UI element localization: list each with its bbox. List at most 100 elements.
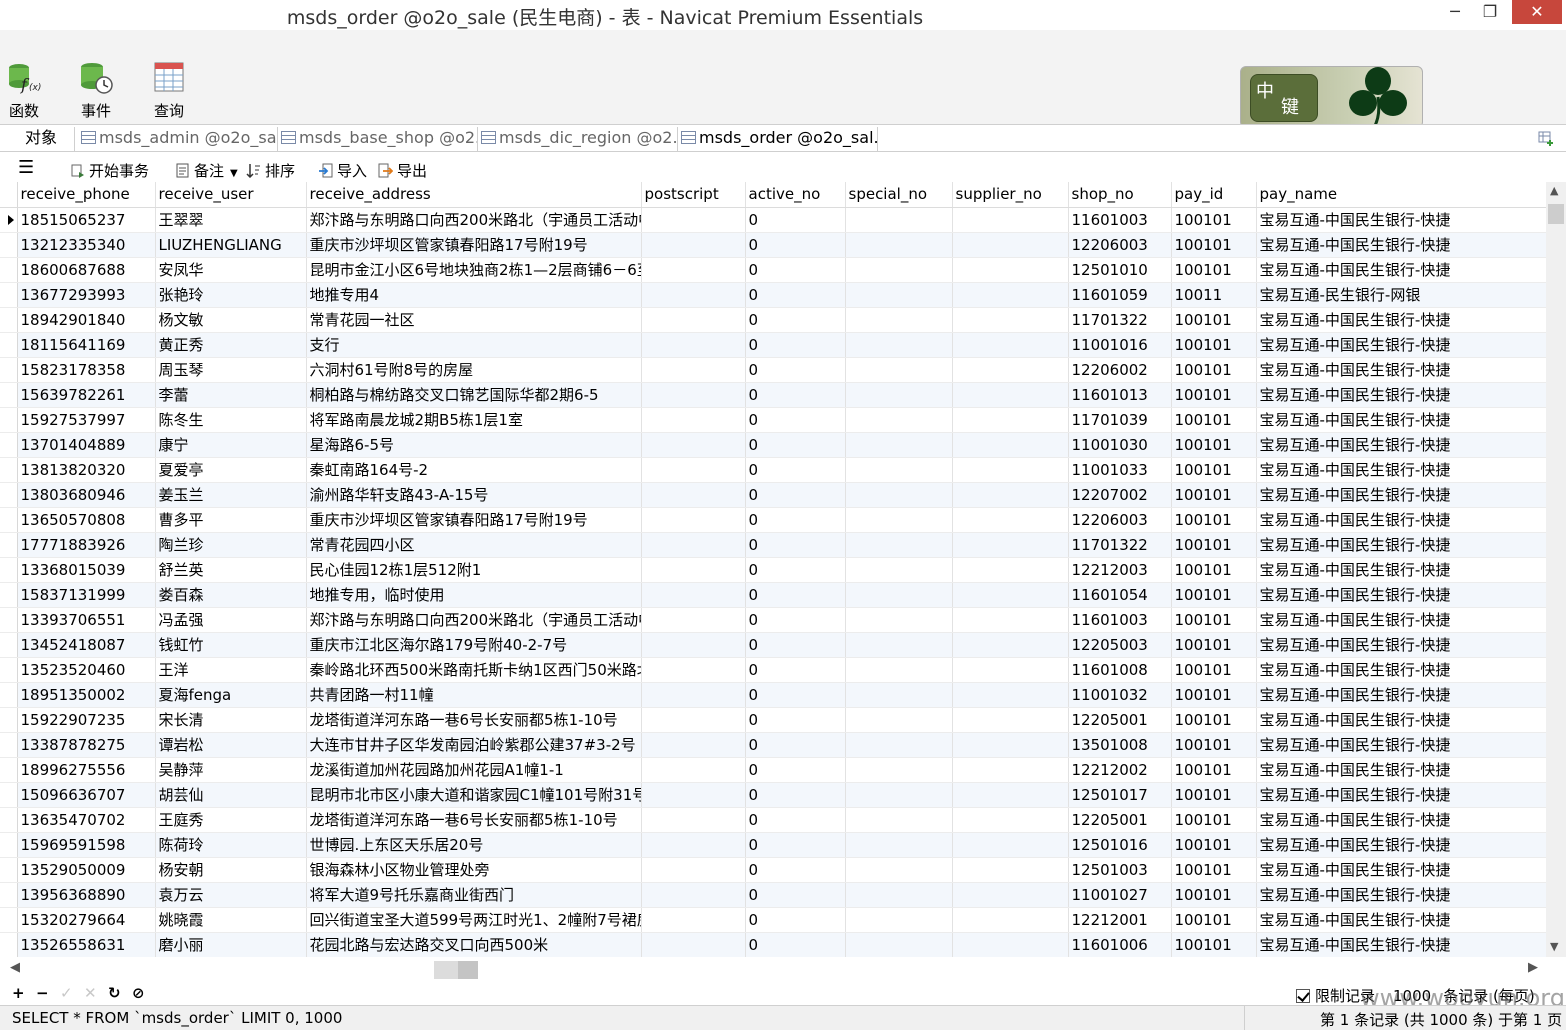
- import-button[interactable]: 导入: [318, 160, 367, 181]
- cell-supplier-no[interactable]: [952, 557, 1069, 583]
- cell-receive-user[interactable]: 冯孟强: [155, 607, 307, 633]
- cell-special-no[interactable]: [845, 807, 953, 833]
- cell-special-no[interactable]: [845, 432, 953, 458]
- cell-postscript[interactable]: [641, 682, 746, 708]
- cell-active-no[interactable]: 0: [745, 607, 846, 633]
- cell-active-no[interactable]: 0: [745, 907, 846, 933]
- cell-receive-phone[interactable]: 15922907235: [17, 707, 156, 733]
- cell-special-no[interactable]: [845, 832, 953, 858]
- cell-receive-user[interactable]: 姚晓霞: [155, 907, 307, 933]
- cell-pay-id[interactable]: 100101: [1171, 857, 1257, 883]
- cell-receive-phone[interactable]: 13650570808: [17, 507, 156, 533]
- cell-receive-user[interactable]: 夏海fenga: [155, 682, 307, 708]
- cell-receive-phone[interactable]: 13523520460: [17, 657, 156, 683]
- cell-receive-user[interactable]: 陈荷玲: [155, 832, 307, 858]
- cell-receive-phone[interactable]: 13635470702: [17, 807, 156, 833]
- cell-supplier-no[interactable]: [952, 282, 1069, 308]
- cell-active-no[interactable]: 0: [745, 707, 846, 733]
- cell-active-no[interactable]: 0: [745, 882, 846, 908]
- cell-pay-id[interactable]: 100101: [1171, 357, 1257, 383]
- table-row[interactable]: 18996275556 吴静萍 龙溪街道加州花园路加州花园A1幢1-1 0 122120…: [0, 757, 1546, 783]
- cell-pay-name[interactable]: 宝易互通-中国民生银行-快捷: [1256, 257, 1546, 283]
- cell-postscript[interactable]: [641, 207, 746, 233]
- cell-pay-id[interactable]: 100101: [1171, 907, 1257, 933]
- cell-receive-phone[interactable]: 17771883926: [17, 532, 156, 558]
- apply-changes-icon[interactable]: ✓: [60, 984, 73, 1002]
- column-header-special-no[interactable]: special_no: [845, 182, 953, 208]
- cell-active-no[interactable]: 0: [745, 332, 846, 358]
- table-row[interactable]: 13393706551 冯孟强 郑汴路与东明路口向西200米路北（宇通员工活动中 0 1…: [0, 607, 1546, 633]
- cell-receive-address[interactable]: 常青花园一社区: [306, 307, 642, 333]
- table-row[interactable]: 15837131999 娄百森 地推专用，临时使用 0 11601054 100101 宝易…: [0, 582, 1546, 608]
- cell-receive-user[interactable]: 胡芸仙: [155, 782, 307, 808]
- cell-postscript[interactable]: [641, 332, 746, 358]
- cell-receive-address[interactable]: 地推专用，临时使用: [306, 582, 642, 608]
- cell-receive-phone[interactable]: 18996275556: [17, 757, 156, 783]
- cell-pay-name[interactable]: 宝易互通-中国民生银行-快捷: [1256, 207, 1546, 233]
- cell-receive-user[interactable]: 舒兰英: [155, 557, 307, 583]
- cell-receive-address[interactable]: 星海路6-5号: [306, 432, 642, 458]
- table-row[interactable]: 13677293993 张艳玲 地推专用4 0 11601059 10011 宝易互通-民生…: [0, 282, 1546, 308]
- cell-shop-no[interactable]: 12212001: [1068, 907, 1172, 933]
- cell-postscript[interactable]: [641, 357, 746, 383]
- cell-receive-user[interactable]: 宋长清: [155, 707, 307, 733]
- cell-receive-address[interactable]: 重庆市沙坪坝区管家镇春阳路17号附19号: [306, 507, 642, 533]
- cell-special-no[interactable]: [845, 607, 953, 633]
- cell-pay-id[interactable]: 100101: [1171, 782, 1257, 808]
- table-row[interactable]: 18515065237 王翠翠 郑汴路与东明路口向西200米路北（宇通员工活动中 0 1…: [0, 207, 1546, 233]
- limit-records-checkbox[interactable]: [1296, 989, 1310, 1003]
- table-row[interactable]: 18951350002 夏海fenga 共青团路一村11幢 0 11001032 1001…: [0, 682, 1546, 708]
- cell-supplier-no[interactable]: [952, 857, 1069, 883]
- row-indicator[interactable]: [0, 432, 18, 458]
- tab-objects[interactable]: 对象: [0, 127, 75, 151]
- cell-pay-id[interactable]: 100101: [1171, 232, 1257, 258]
- cell-special-no[interactable]: [845, 507, 953, 533]
- cell-postscript[interactable]: [641, 507, 746, 533]
- cell-pay-name[interactable]: 宝易互通-中国民生银行-快捷: [1256, 682, 1546, 708]
- cell-receive-user[interactable]: 康宁: [155, 432, 307, 458]
- table-row[interactable]: 13635470702 王庭秀 龙塔街道洋河东路一巷6号长安丽都5栋1-10号 0 12…: [0, 807, 1546, 833]
- table-row[interactable]: 15639782261 李蕾 桐柏路与棉纺路交叉口锦艺国际华都2期6-5 0 11601…: [0, 382, 1546, 408]
- cell-receive-user[interactable]: LIUZHENGLIANG: [155, 232, 307, 258]
- cell-receive-phone[interactable]: 13529050009: [17, 857, 156, 883]
- cell-receive-phone[interactable]: 13803680946: [17, 482, 156, 508]
- cell-receive-phone[interactable]: 15837131999: [17, 582, 156, 608]
- column-header-receive-address[interactable]: receive_address: [306, 182, 642, 208]
- cell-pay-id[interactable]: 100101: [1171, 657, 1257, 683]
- cell-shop-no[interactable]: 11001030: [1068, 432, 1172, 458]
- cell-pay-id[interactable]: 100101: [1171, 807, 1257, 833]
- column-header-receive-user[interactable]: receive_user: [155, 182, 307, 208]
- cell-pay-name[interactable]: 宝易互通-中国民生银行-快捷: [1256, 732, 1546, 758]
- horizontal-scroll-thumb[interactable]: [458, 961, 478, 979]
- cell-active-no[interactable]: 0: [745, 557, 846, 583]
- cell-active-no[interactable]: 0: [745, 407, 846, 433]
- cell-postscript[interactable]: [641, 432, 746, 458]
- row-indicator[interactable]: [0, 707, 18, 733]
- query-button[interactable]: 查询: [139, 60, 199, 121]
- cell-pay-name[interactable]: 宝易互通-中国民生银行-快捷: [1256, 382, 1546, 408]
- cell-special-no[interactable]: [845, 707, 953, 733]
- row-indicator[interactable]: [0, 457, 18, 483]
- cell-special-no[interactable]: [845, 382, 953, 408]
- cell-postscript[interactable]: [641, 632, 746, 658]
- cell-supplier-no[interactable]: [952, 582, 1069, 608]
- cell-pay-name[interactable]: 宝易互通-中国民生银行-快捷: [1256, 557, 1546, 583]
- cell-receive-address[interactable]: 支行: [306, 332, 642, 358]
- cell-special-no[interactable]: [845, 557, 953, 583]
- cell-pay-name[interactable]: 宝易互通-中国民生银行-快捷: [1256, 482, 1546, 508]
- cell-pay-id[interactable]: 100101: [1171, 332, 1257, 358]
- cell-active-no[interactable]: 0: [745, 857, 846, 883]
- cell-supplier-no[interactable]: [952, 407, 1069, 433]
- table-row[interactable]: 13526558631 磨小丽 花园北路与宏达路交叉口向西500米 0 11601006…: [0, 932, 1546, 957]
- cell-active-no[interactable]: 0: [745, 457, 846, 483]
- table-row[interactable]: 18115641169 黄正秀 支行 0 11001016 100101 宝易互通-中国民生…: [0, 332, 1546, 358]
- cell-receive-phone[interactable]: 15320279664: [17, 907, 156, 933]
- scroll-down-icon[interactable]: ▼: [1550, 940, 1558, 953]
- cell-shop-no[interactable]: 12501017: [1068, 782, 1172, 808]
- cell-special-no[interactable]: [845, 232, 953, 258]
- cell-receive-address[interactable]: 地推专用4: [306, 282, 642, 308]
- row-indicator[interactable]: [0, 857, 18, 883]
- row-indicator[interactable]: [0, 257, 18, 283]
- cell-active-no[interactable]: 0: [745, 832, 846, 858]
- cell-pay-name[interactable]: 宝易互通-中国民生银行-快捷: [1256, 407, 1546, 433]
